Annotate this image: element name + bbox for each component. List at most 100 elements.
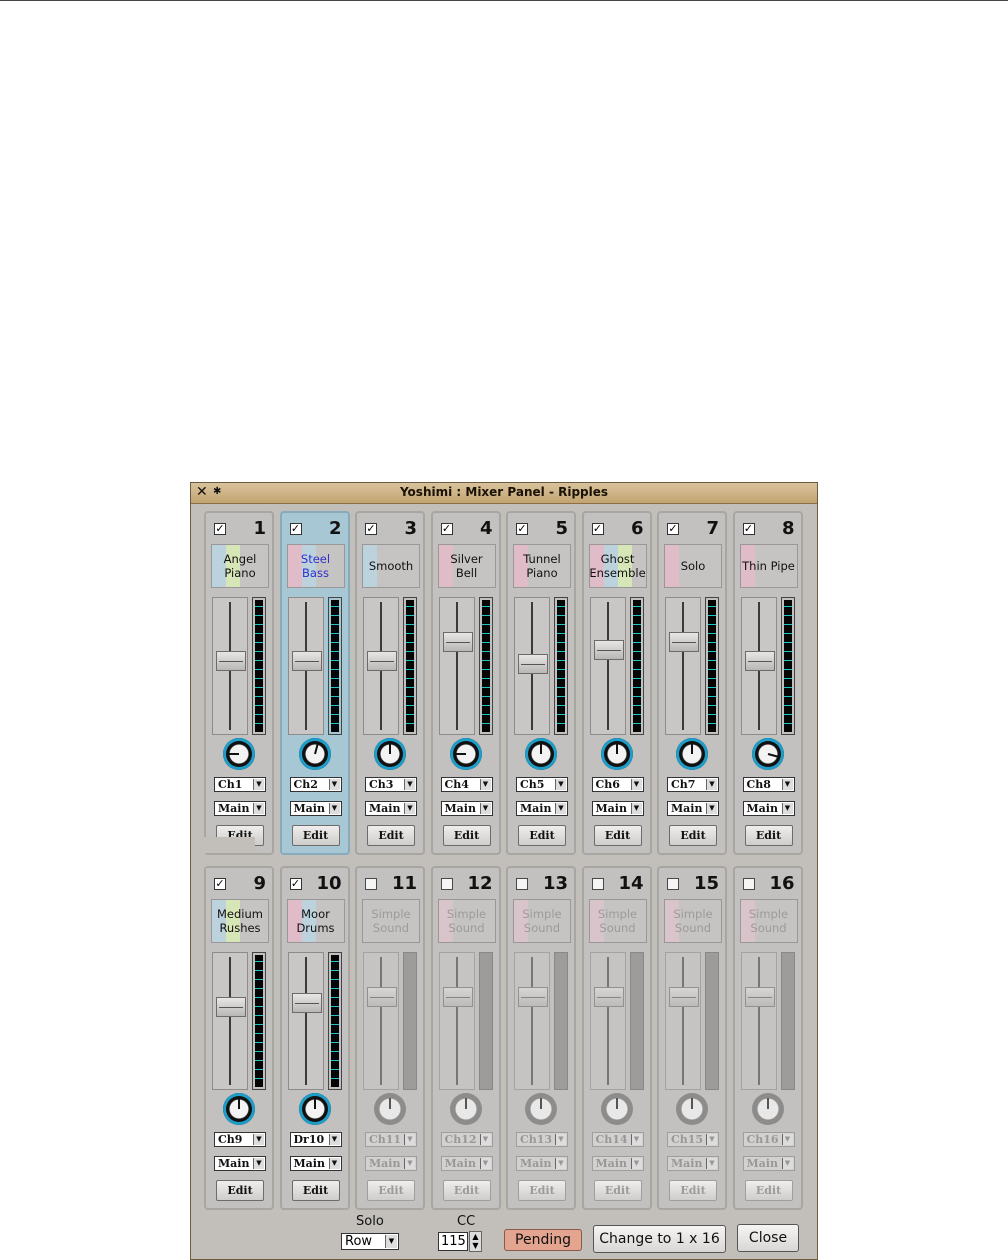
fader-thumb[interactable] (593, 987, 624, 1008)
fader-thumb[interactable] (442, 987, 473, 1008)
fader-thumb[interactable] (669, 987, 699, 1008)
edit-button[interactable]: Edit (291, 825, 340, 846)
mixer-strip[interactable]: 11 Simple Sound Ch11 ▼ Main ▼ Edit (355, 866, 425, 1210)
fader-thumb[interactable] (367, 650, 397, 671)
part-enable-checkbox[interactable] (591, 878, 604, 890)
fader-thumb[interactable] (216, 996, 246, 1017)
title-bar[interactable]: ✕ ✱ Yoshimi : Mixer Panel - Ripples (191, 483, 817, 504)
audio-output-select[interactable]: Main ▼ (289, 801, 342, 816)
volume-fader[interactable] (212, 597, 248, 735)
volume-fader[interactable] (212, 952, 248, 1090)
part-name-button[interactable]: Tunnel Piano (513, 544, 571, 588)
audio-output-select[interactable]: Main ▼ (214, 1156, 266, 1171)
part-enable-checkbox[interactable]: ✓ (289, 523, 302, 535)
volume-fader[interactable] (438, 597, 475, 735)
mixer-strip[interactable]: 14 Simple Sound Ch14 ▼ Main ▼ Edit (581, 866, 652, 1210)
mixer-strip[interactable]: ✓ 9 Medium Rushes Ch9 ▼ Main ▼ Edit (204, 866, 274, 1210)
pan-knob[interactable] (600, 1093, 633, 1125)
part-name-button[interactable]: Medium Rushes (211, 899, 269, 943)
fader-thumb[interactable] (291, 650, 322, 671)
audio-output-select[interactable]: Main ▼ (516, 801, 568, 816)
part-enable-checkbox[interactable] (742, 878, 755, 890)
mixer-strip[interactable]: ✓ 2 Steel Bass Ch2 ▼ Main ▼ Edit (279, 511, 350, 855)
part-name-button[interactable]: Simple Sound (664, 899, 722, 943)
fader-thumb[interactable] (518, 653, 548, 674)
part-name-button[interactable]: Simple Sound (513, 899, 571, 943)
part-enable-checkbox[interactable] (667, 878, 679, 890)
pan-knob[interactable] (525, 738, 557, 770)
edit-button[interactable]: Edit (744, 825, 793, 846)
mixer-strip[interactable]: 15 Simple Sound Ch15 ▼ Main ▼ Edit (657, 866, 727, 1210)
part-enable-checkbox[interactable]: ✓ (440, 523, 453, 535)
midi-channel-select[interactable]: Dr10 ▼ (289, 1132, 342, 1147)
pan-knob[interactable] (449, 1093, 482, 1125)
part-name-button[interactable]: Smooth (362, 544, 420, 588)
mixer-strip[interactable]: ✓ 5 Tunnel Piano Ch5 ▼ Main ▼ Edit (506, 511, 576, 855)
midi-channel-select[interactable]: Ch11 ▼ (365, 1132, 417, 1147)
edit-button[interactable]: Edit (744, 1180, 793, 1201)
midi-channel-select[interactable]: Ch1 ▼ (214, 777, 266, 792)
midi-channel-select[interactable]: Ch8 ▼ (742, 777, 795, 792)
pan-knob[interactable] (298, 738, 331, 770)
volume-fader[interactable] (514, 952, 550, 1090)
edit-button[interactable]: Edit (518, 825, 566, 846)
volume-fader[interactable] (589, 597, 626, 735)
part-enable-checkbox[interactable]: ✓ (214, 523, 226, 535)
midi-channel-select[interactable]: Ch12 ▼ (440, 1132, 493, 1147)
midi-channel-select[interactable]: Ch7 ▼ (667, 777, 719, 792)
edit-button[interactable]: Edit (442, 825, 491, 846)
edit-button[interactable]: Edit (291, 1180, 340, 1201)
volume-fader[interactable] (363, 952, 399, 1090)
part-enable-checkbox[interactable] (365, 878, 377, 890)
pan-knob[interactable] (751, 1093, 784, 1125)
part-name-button[interactable]: Angel Piano (211, 544, 269, 588)
midi-channel-select[interactable]: Ch3 ▼ (365, 777, 417, 792)
mixer-strip[interactable]: ✓ 3 Smooth Ch3 ▼ Main ▼ Edit (355, 511, 425, 855)
audio-output-select[interactable]: Main ▼ (365, 801, 417, 816)
pan-knob[interactable] (449, 738, 482, 770)
pan-knob[interactable] (676, 1093, 708, 1125)
mixer-strip[interactable]: 13 Simple Sound Ch13 ▼ Main ▼ Edit (506, 866, 576, 1210)
volume-fader[interactable] (287, 952, 324, 1090)
part-name-button[interactable]: Silver Bell (437, 544, 496, 588)
midi-channel-select[interactable]: Ch9 ▼ (214, 1132, 266, 1147)
part-enable-checkbox[interactable]: ✓ (667, 523, 679, 535)
cc-input[interactable]: 115 (438, 1232, 468, 1251)
mixer-strip[interactable]: 12 Simple Sound Ch12 ▼ Main ▼ Edit (430, 866, 501, 1210)
edit-button[interactable]: Edit (367, 1180, 415, 1201)
pan-knob[interactable] (223, 1093, 255, 1125)
audio-output-select[interactable]: Main ▼ (440, 801, 493, 816)
edit-button[interactable]: Edit (367, 825, 415, 846)
part-name-button[interactable]: Simple Sound (437, 899, 496, 943)
pending-button[interactable]: Pending (504, 1229, 582, 1251)
mixer-strip[interactable]: ✓ 7 Solo Ch7 ▼ Main ▼ Edit (657, 511, 727, 855)
mixer-strip[interactable]: ✓ 10 Moor Drums Dr10 ▼ Main ▼ Edit (279, 866, 350, 1210)
part-enable-checkbox[interactable] (440, 878, 453, 890)
mixer-strip[interactable]: ✓ 8 Thin Pipe Ch8 ▼ Main ▼ Edit (732, 511, 803, 855)
volume-fader[interactable] (740, 952, 777, 1090)
fader-thumb[interactable] (744, 650, 775, 671)
solo-select[interactable]: Row ▼ (341, 1233, 399, 1250)
pan-knob[interactable] (600, 738, 633, 770)
part-enable-checkbox[interactable]: ✓ (516, 523, 528, 535)
midi-channel-select[interactable]: Ch14 ▼ (591, 1132, 644, 1147)
pan-knob[interactable] (751, 738, 784, 770)
close-button[interactable]: Close (737, 1224, 799, 1252)
midi-channel-select[interactable]: Ch4 ▼ (440, 777, 493, 792)
part-enable-checkbox[interactable]: ✓ (214, 878, 226, 890)
part-enable-checkbox[interactable] (516, 878, 528, 890)
midi-channel-select[interactable]: Ch16 ▼ (742, 1132, 795, 1147)
midi-channel-select[interactable]: Ch2 ▼ (289, 777, 342, 792)
volume-fader[interactable] (665, 952, 701, 1090)
mixer-strip[interactable]: ✓ 4 Silver Bell Ch4 ▼ Main ▼ Edit (430, 511, 501, 855)
audio-output-select[interactable]: Main ▼ (289, 1156, 342, 1171)
part-name-button[interactable]: Simple Sound (588, 899, 647, 943)
part-enable-checkbox[interactable]: ✓ (742, 523, 755, 535)
pan-knob[interactable] (676, 738, 708, 770)
edit-button[interactable]: Edit (216, 1180, 264, 1201)
edit-button[interactable]: Edit (593, 825, 642, 846)
edit-button[interactable]: Edit (669, 825, 717, 846)
edit-button[interactable]: Edit (442, 1180, 491, 1201)
part-enable-checkbox[interactable]: ✓ (591, 523, 604, 535)
volume-fader[interactable] (438, 952, 475, 1090)
